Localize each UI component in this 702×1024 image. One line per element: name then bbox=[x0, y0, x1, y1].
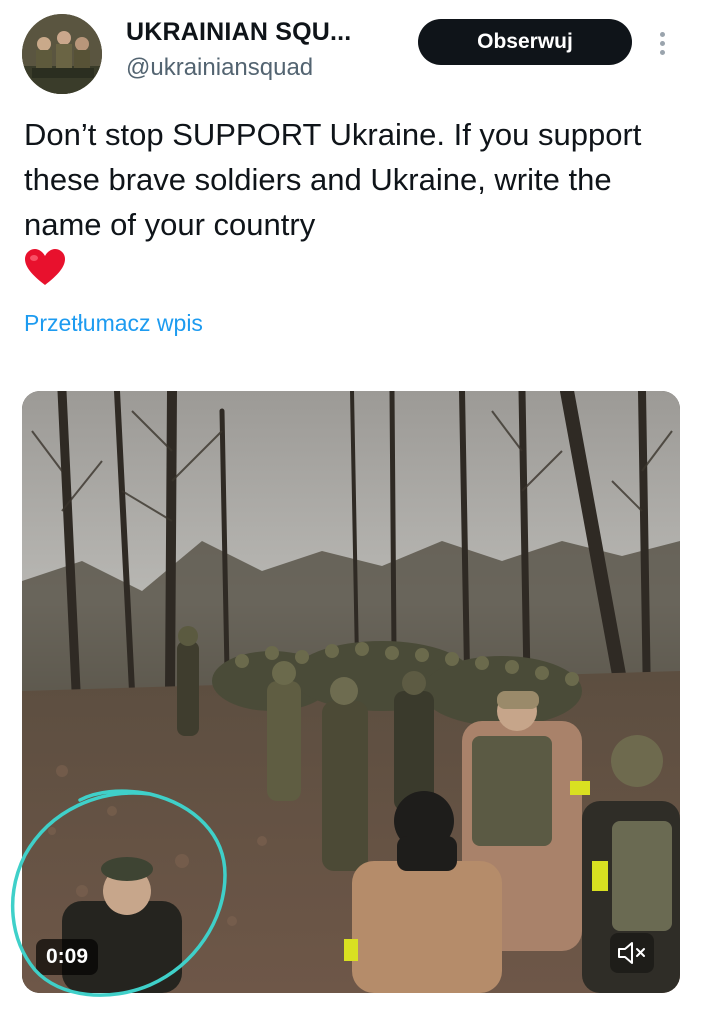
avatar[interactable] bbox=[22, 14, 102, 94]
tweet-text: Don’t stop SUPPORT Ukraine. If you suppo… bbox=[24, 117, 642, 242]
soldiers-avatar-icon bbox=[22, 14, 102, 94]
more-vertical-icon[interactable] bbox=[652, 30, 672, 60]
tweet-header: UKRAINIAN SQU... @ukrainiansquad Obserwu… bbox=[22, 14, 682, 94]
mute-button[interactable] bbox=[610, 933, 654, 973]
follow-button[interactable]: Obserwuj bbox=[418, 19, 632, 65]
video-frame-forest-soldiers bbox=[22, 391, 680, 993]
speaker-muted-icon bbox=[618, 942, 645, 964]
red-heart-icon bbox=[25, 249, 65, 285]
video-duration-badge: 0:09 bbox=[36, 939, 99, 975]
user-handle[interactable]: @ukrainiansquad bbox=[126, 54, 313, 82]
display-name[interactable]: UKRAINIAN SQU... bbox=[126, 18, 351, 47]
video-player[interactable]: 0:09 bbox=[22, 391, 680, 993]
translate-post-link[interactable]: Przetłumacz wpis bbox=[24, 310, 203, 337]
